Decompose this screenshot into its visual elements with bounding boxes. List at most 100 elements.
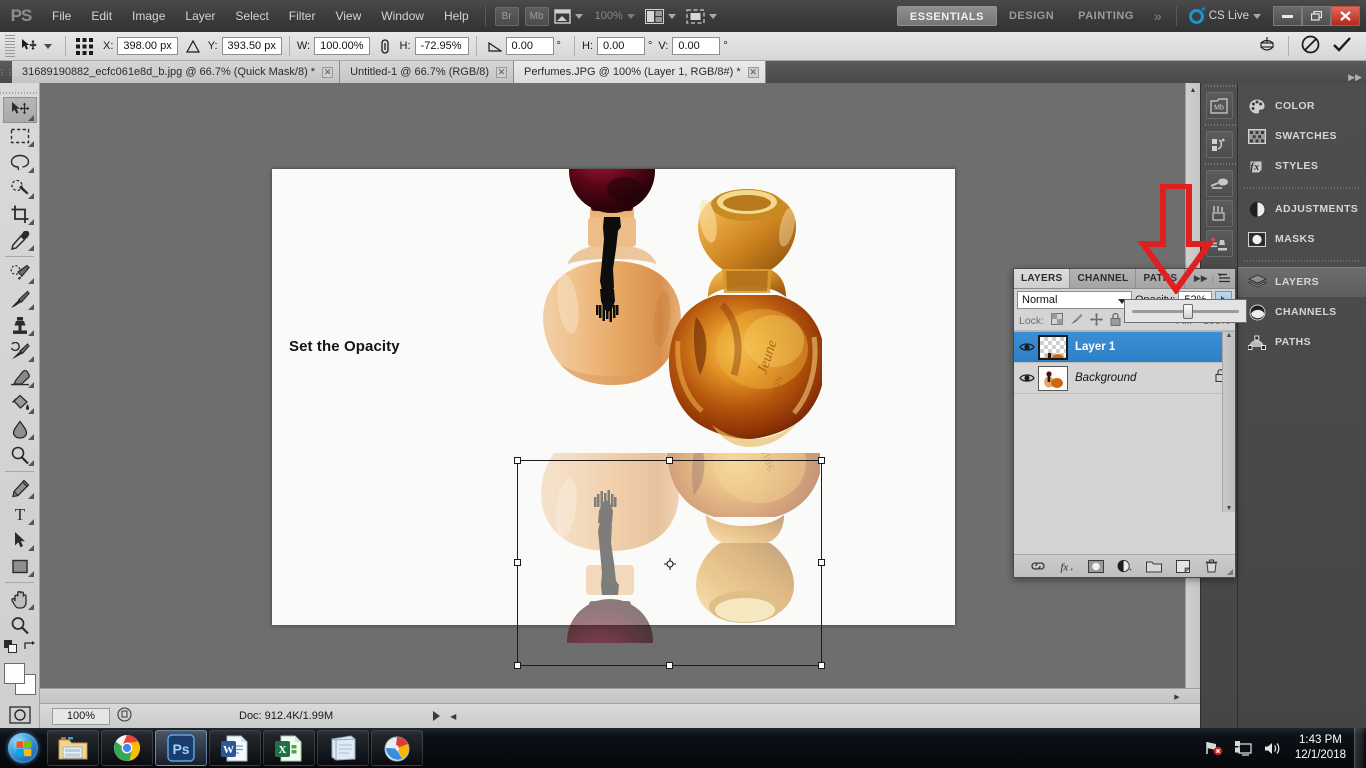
tool-hand[interactable] [3,586,37,612]
tab-bar-grip[interactable]: ⋮⋮ [0,61,14,83]
tool-presets-icon[interactable] [1205,200,1233,227]
cs-live-button[interactable]: CS Live [1183,4,1267,24]
document-tab-3[interactable]: Perfumes.JPG @ 100% (Layer 1, RGB/8#) * … [514,61,766,83]
reference-point-selector[interactable] [73,35,95,57]
menu-image[interactable]: Image [122,0,175,32]
tool-preset-chevron-icon[interactable] [44,43,52,49]
transform-handle-bottom-left[interactable] [514,662,521,669]
workspace-essentials[interactable]: ESSENTIALS [896,6,997,26]
relative-positioning-icon[interactable] [182,35,204,57]
tool-spot-healing-brush[interactable] [3,260,37,286]
tool-rectangle-shape[interactable] [3,553,37,579]
dock-item-paths[interactable]: PATHS [1238,327,1366,357]
tool-path-selection[interactable] [3,527,37,553]
layers-scroll-down-icon[interactable]: ▼ [1223,505,1235,512]
add-layer-mask-icon[interactable] [1087,558,1104,574]
tool-blur[interactable] [3,416,37,442]
document-tab-1[interactable]: 31689190882_ecfc061e8d_b.jpg @ 66.7% (Qu… [12,61,341,83]
history-icon[interactable] [1205,131,1233,158]
volume-icon[interactable] [1264,741,1281,756]
opacity-slider-popup[interactable] [1124,299,1247,323]
dock-item-channels[interactable]: CHANNELS [1238,297,1366,327]
tool-rectangular-marquee[interactable] [3,123,37,149]
delete-layer-icon[interactable] [1204,558,1220,574]
default-colors-icon[interactable] [3,640,17,658]
scroll-up-arrow-icon[interactable]: ▲ [1186,83,1200,97]
document-tab-2-close-icon[interactable]: ✕ [496,66,508,78]
new-adjustment-layer-icon[interactable] [1116,558,1133,574]
link-layers-icon[interactable] [1030,558,1046,574]
restore-button[interactable] [1302,6,1331,26]
menu-edit[interactable]: Edit [81,0,122,32]
screen-mode-button[interactable] [686,8,717,24]
tool-quick-selection[interactable] [3,175,37,201]
rail-grip-1[interactable] [1201,83,1237,89]
canvas-horizontal-scrollbar[interactable]: ▶ [40,688,1200,703]
lock-transparent-pixels-icon[interactable] [1051,313,1064,328]
tool-move[interactable] [2,97,37,123]
tool-clone-stamp[interactable] [3,312,37,338]
tool-eraser[interactable] [3,364,37,390]
tool-crop[interactable] [3,201,37,227]
quick-mask-mode-button[interactable] [3,702,37,728]
brush-presets-icon[interactable] [1205,170,1233,197]
panel-menu-icon[interactable] [1217,272,1231,285]
document-tab-3-close-icon[interactable]: ✕ [747,66,759,78]
document-canvas[interactable]: Set the Opacity Jeune AVON Jeune [272,129,955,643]
panel-tab-layers[interactable]: LAYERS [1014,269,1071,288]
taskbar-paint[interactable] [371,730,423,766]
taskbar-google-chrome[interactable] [101,730,153,766]
tool-dodge[interactable] [3,442,37,468]
mini-bridge-icon[interactable]: Mb [1205,92,1233,119]
move-tool-icon[interactable] [18,35,40,57]
tool-lasso[interactable] [3,149,37,175]
menu-help[interactable]: Help [434,0,479,32]
taskbar-microsoft-excel[interactable]: X [263,730,315,766]
menu-filter[interactable]: Filter [279,0,326,32]
tool-eyedropper[interactable] [3,227,37,253]
rotation-input[interactable]: 0.00 [505,37,554,55]
new-group-icon[interactable] [1145,558,1162,574]
layer-thumbnail-background[interactable] [1038,365,1068,391]
taskbar-microsoft-word[interactable]: W [209,730,261,766]
workspace-design[interactable]: DESIGN [997,6,1066,26]
x-position-input[interactable]: 398.00 px [117,37,178,55]
layer-name-background[interactable]: Background [1075,372,1136,384]
close-button[interactable] [1331,6,1360,26]
reflection-layer[interactable]: Jeune [510,453,820,643]
dock-item-swatches[interactable]: SWATCHES [1238,121,1366,151]
layers-scroll-up-icon[interactable]: ▲ [1223,332,1235,339]
toolbox-handle[interactable] [0,89,39,97]
status-preview-icon[interactable] [117,707,132,725]
y-position-input[interactable]: 393.50 px [221,37,282,55]
menu-select[interactable]: Select [225,0,278,32]
transform-handle-bottom-right[interactable] [818,662,825,669]
menu-view[interactable]: View [325,0,371,32]
opacity-slider-thumb[interactable] [1182,303,1193,319]
add-layer-style-icon[interactable]: fx [1059,558,1075,574]
menu-file[interactable]: File [42,0,81,32]
skew-h-input[interactable]: 0.00 [596,37,645,55]
zoom-level-display[interactable]: 100% [587,10,635,22]
warp-mode-toggle-icon[interactable] [1258,36,1276,56]
status-info-expand-icon[interactable] [433,711,441,721]
lock-all-icon[interactable] [1110,312,1121,329]
taskbar-notepad[interactable] [317,730,369,766]
start-button[interactable] [0,729,46,767]
opacity-slider-track[interactable] [1132,303,1239,319]
menu-window[interactable]: Window [371,0,434,32]
tool-history-brush[interactable] [3,338,37,364]
workspace-more-icon[interactable]: » [1146,8,1170,24]
layer-thumbnail-layer1[interactable] [1038,334,1068,360]
scroll-right-arrow-icon[interactable]: ▶ [1170,689,1184,704]
dock-item-masks[interactable]: MASKS [1238,224,1366,254]
dock-item-layers[interactable]: LAYERS [1238,267,1366,297]
show-desktop-button[interactable] [1354,728,1364,768]
cancel-transform-button[interactable] [1301,35,1320,57]
blend-mode-select[interactable]: Normal [1017,291,1132,309]
arrange-documents-button[interactable] [644,8,676,24]
taskbar-adobe-photoshop[interactable]: Ps [155,730,207,766]
height-input[interactable]: -72.95% [414,37,469,55]
taskbar-clock[interactable]: 1:43 PM 12/1/2018 [1287,733,1354,763]
rail-grip-2[interactable] [1201,122,1237,128]
